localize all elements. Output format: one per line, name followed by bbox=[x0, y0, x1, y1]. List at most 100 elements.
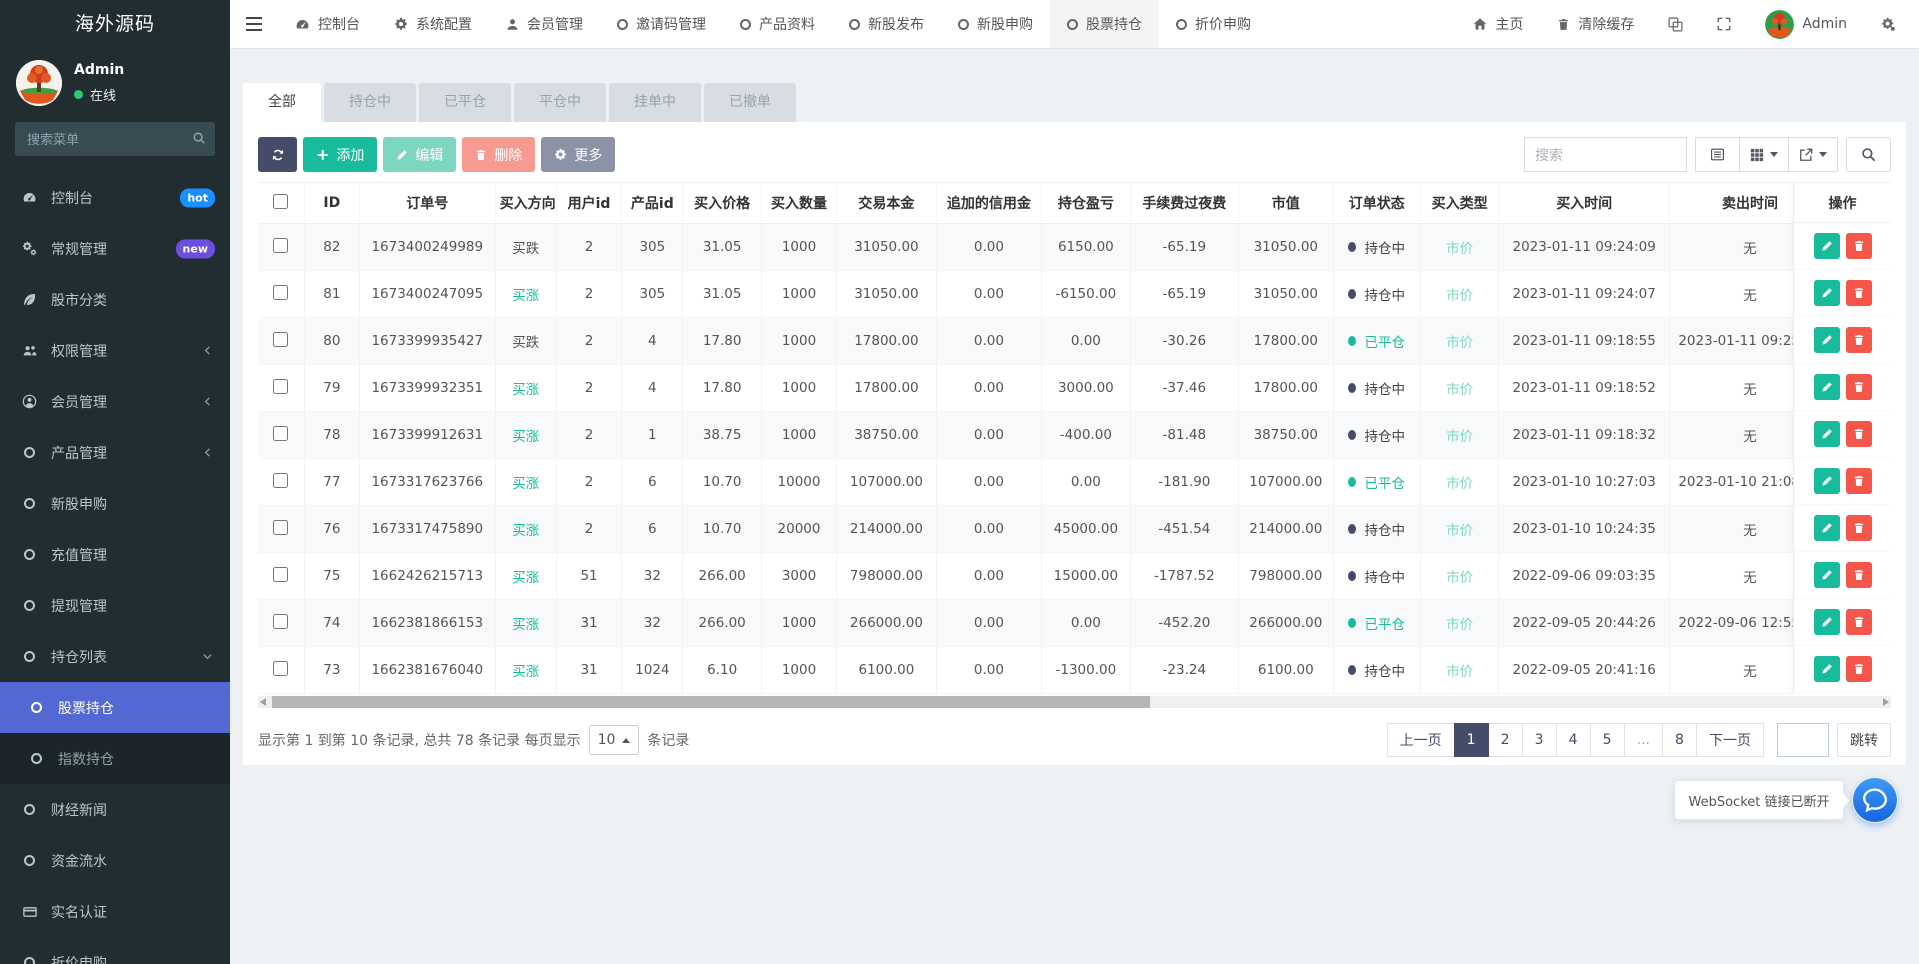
table-search-button[interactable] bbox=[1846, 137, 1891, 172]
column-header-买入类型[interactable]: 买入类型 bbox=[1420, 183, 1498, 224]
row-edit-button[interactable] bbox=[1814, 562, 1840, 588]
column-header-订单状态[interactable]: 订单状态 bbox=[1333, 183, 1420, 224]
column-header-ID[interactable]: ID bbox=[304, 183, 359, 224]
sidebar-item-实名认证[interactable]: 实名认证 bbox=[0, 886, 230, 937]
tab-已撤单[interactable]: 已撤单 bbox=[704, 83, 796, 122]
row-delete-button[interactable] bbox=[1846, 562, 1872, 588]
row-checkbox[interactable] bbox=[273, 567, 288, 582]
row-checkbox[interactable] bbox=[273, 238, 288, 253]
column-header-追加的信用金[interactable]: 追加的信用金 bbox=[936, 183, 1042, 224]
sidebar-item-产品管理[interactable]: 产品管理 bbox=[0, 427, 230, 478]
column-header-交易本金[interactable]: 交易本金 bbox=[837, 183, 936, 224]
topnav-item-股票持仓[interactable]: 股票持仓 bbox=[1050, 0, 1159, 48]
edit-button[interactable]: 编辑 bbox=[383, 137, 456, 172]
column-header-手续费过夜费[interactable]: 手续费过夜费 bbox=[1130, 183, 1239, 224]
chat-bubble-icon[interactable] bbox=[1852, 777, 1898, 823]
jump-button[interactable]: 跳转 bbox=[1837, 723, 1891, 757]
add-button[interactable]: + 添加 bbox=[303, 137, 377, 172]
row-delete-button[interactable] bbox=[1846, 421, 1872, 447]
export-button[interactable] bbox=[1788, 137, 1838, 172]
detail-view-button[interactable] bbox=[1695, 137, 1740, 172]
sidebar-search-input[interactable] bbox=[15, 122, 215, 156]
row-edit-button[interactable] bbox=[1814, 327, 1840, 353]
column-header-买入数量[interactable]: 买入数量 bbox=[761, 183, 836, 224]
clear-cache-button[interactable]: 清除缓存 bbox=[1540, 0, 1651, 48]
column-header-市值[interactable]: 市值 bbox=[1239, 183, 1333, 224]
column-header-产品id[interactable]: 产品id bbox=[622, 183, 683, 224]
topnav-user[interactable]: Admin bbox=[1748, 0, 1864, 48]
topnav-item-新股申购[interactable]: 新股申购 bbox=[941, 0, 1050, 48]
hamburger-icon[interactable] bbox=[230, 0, 278, 48]
sidebar-item-权限管理[interactable]: 权限管理 bbox=[0, 325, 230, 376]
page-button-2[interactable]: 2 bbox=[1488, 723, 1523, 757]
sidebar-item-新股申购[interactable]: 新股申购 bbox=[0, 478, 230, 529]
more-button[interactable]: 更多 bbox=[541, 137, 615, 172]
sidebar-item-持仓列表[interactable]: 持仓列表 bbox=[0, 631, 230, 682]
page-button-3[interactable]: 3 bbox=[1522, 723, 1557, 757]
row-delete-button[interactable] bbox=[1846, 515, 1872, 541]
tab-挂单中[interactable]: 挂单中 bbox=[609, 83, 701, 122]
sidebar-item-会员管理[interactable]: 会员管理 bbox=[0, 376, 230, 427]
row-checkbox[interactable] bbox=[273, 473, 288, 488]
row-checkbox[interactable] bbox=[273, 520, 288, 535]
translate-button[interactable] bbox=[1651, 0, 1700, 48]
sidebar-item-控制台[interactable]: 控制台hot bbox=[0, 172, 230, 223]
tab-全部[interactable]: 全部 bbox=[243, 83, 321, 122]
tab-平仓中[interactable]: 平仓中 bbox=[514, 83, 606, 122]
row-checkbox[interactable] bbox=[273, 661, 288, 676]
topnav-item-折价申购[interactable]: 折价申购 bbox=[1159, 0, 1268, 48]
row-checkbox[interactable] bbox=[273, 285, 288, 300]
page-button-5[interactable]: 5 bbox=[1590, 723, 1625, 757]
fullscreen-button[interactable] bbox=[1700, 0, 1748, 48]
page-size-select[interactable]: 10 bbox=[589, 725, 640, 755]
row-delete-button[interactable] bbox=[1846, 327, 1872, 353]
sidebar-item-折价申购[interactable]: 折价申购 bbox=[0, 937, 230, 964]
row-delete-button[interactable] bbox=[1846, 374, 1872, 400]
row-delete-button[interactable] bbox=[1846, 656, 1872, 682]
row-checkbox[interactable] bbox=[273, 379, 288, 394]
page-button-下一页[interactable]: 下一页 bbox=[1696, 723, 1764, 757]
tab-已平仓[interactable]: 已平仓 bbox=[419, 83, 511, 122]
row-edit-button[interactable] bbox=[1814, 468, 1840, 494]
horizontal-scrollbar[interactable] bbox=[258, 696, 1891, 708]
settings-button[interactable] bbox=[1864, 0, 1913, 48]
sidebar-item-财经新闻[interactable]: 财经新闻 bbox=[0, 784, 230, 835]
sidebar-item-充值管理[interactable]: 充值管理 bbox=[0, 529, 230, 580]
delete-button[interactable]: 删除 bbox=[462, 137, 535, 172]
sidebar-item-提现管理[interactable]: 提现管理 bbox=[0, 580, 230, 631]
row-edit-button[interactable] bbox=[1814, 374, 1840, 400]
row-delete-button[interactable] bbox=[1846, 609, 1872, 635]
select-all-checkbox[interactable] bbox=[273, 194, 288, 209]
row-edit-button[interactable] bbox=[1814, 515, 1840, 541]
row-edit-button[interactable] bbox=[1814, 609, 1840, 635]
page-button-4[interactable]: 4 bbox=[1556, 723, 1591, 757]
sidebar-item-股市分类[interactable]: 股市分类 bbox=[0, 274, 230, 325]
column-header-持仓盈亏[interactable]: 持仓盈亏 bbox=[1042, 183, 1130, 224]
jump-page-input[interactable] bbox=[1777, 723, 1829, 757]
home-button[interactable]: 主页 bbox=[1456, 0, 1540, 48]
column-header-买入方向[interactable]: 买入方向 bbox=[495, 183, 556, 224]
row-delete-button[interactable] bbox=[1846, 233, 1872, 259]
refresh-button[interactable] bbox=[258, 137, 297, 172]
sidebar-item-资金流水[interactable]: 资金流水 bbox=[0, 835, 230, 886]
row-edit-button[interactable] bbox=[1814, 233, 1840, 259]
topnav-item-系统配置[interactable]: 系统配置 bbox=[377, 0, 489, 48]
tab-持仓中[interactable]: 持仓中 bbox=[324, 83, 416, 122]
columns-button[interactable] bbox=[1739, 137, 1789, 172]
row-edit-button[interactable] bbox=[1814, 656, 1840, 682]
search-icon[interactable] bbox=[192, 131, 206, 145]
row-checkbox[interactable] bbox=[273, 332, 288, 347]
column-header-订单号[interactable]: 订单号 bbox=[359, 183, 495, 224]
column-header-用户id[interactable]: 用户id bbox=[556, 183, 621, 224]
scrollbar-thumb[interactable] bbox=[272, 696, 1150, 708]
column-header-买入时间[interactable]: 买入时间 bbox=[1499, 183, 1670, 224]
row-checkbox[interactable] bbox=[273, 614, 288, 629]
page-button-1[interactable]: 1 bbox=[1454, 723, 1489, 757]
topnav-item-控制台[interactable]: 控制台 bbox=[278, 0, 377, 48]
sidebar-item-常规管理[interactable]: 常规管理new bbox=[0, 223, 230, 274]
row-delete-button[interactable] bbox=[1846, 468, 1872, 494]
sidebar-item-指数持仓[interactable]: 指数持仓 bbox=[0, 733, 230, 784]
topnav-item-产品资料[interactable]: 产品资料 bbox=[723, 0, 832, 48]
page-button-8[interactable]: 8 bbox=[1662, 723, 1697, 757]
row-edit-button[interactable] bbox=[1814, 280, 1840, 306]
